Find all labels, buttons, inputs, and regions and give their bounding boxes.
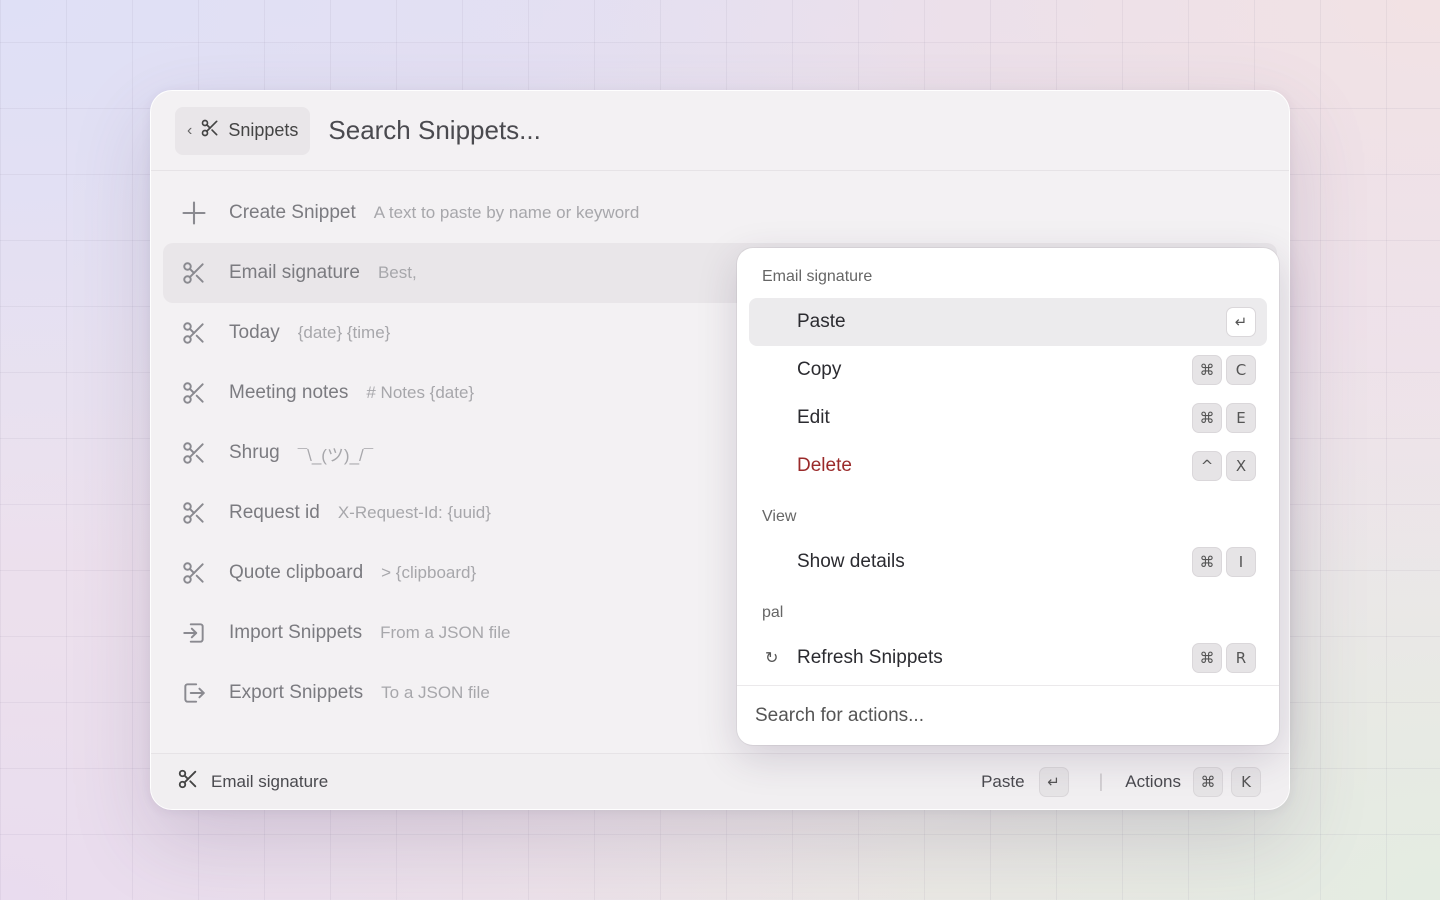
list-item-title: Create Snippet: [229, 202, 356, 223]
list-item-title: Request id: [229, 502, 320, 523]
refresh-icon: ↻: [765, 650, 779, 667]
list-item-title: Import Snippets: [229, 622, 363, 643]
menu-item-paste[interactable]: Paste ↵: [749, 298, 1267, 346]
list-item-subtitle: {date} {time}: [297, 323, 391, 342]
search-input[interactable]: [328, 115, 929, 146]
footer-actions-button[interactable]: Actions: [1125, 772, 1181, 792]
list-item-subtitle: A text to paste by name or keyword: [373, 203, 640, 222]
import-icon: [179, 618, 209, 648]
scissors-icon: [179, 318, 209, 348]
list-item-subtitle: # Notes {date}: [366, 383, 475, 402]
command-key-icon: ⌘: [1192, 355, 1222, 385]
menu-section-title: Email signature: [762, 268, 873, 285]
list-item-subtitle: From a JSON file: [380, 623, 511, 642]
list-item-create-snippet[interactable]: Create Snippet A text to paste by name o…: [163, 183, 1277, 243]
list-item-subtitle: Best,: [377, 263, 417, 282]
command-key-icon: ⌘: [1192, 403, 1222, 433]
menu-item-label: Refresh Snippets: [797, 647, 943, 668]
r-key: R: [1226, 643, 1256, 673]
list-item-subtitle: > {clipboard}: [381, 563, 477, 582]
menu-item-delete[interactable]: Delete ^ X: [749, 442, 1267, 490]
list-item-title: Meeting notes: [229, 382, 349, 403]
footer-divider: |: [1098, 771, 1104, 791]
back-button[interactable]: ‹ Snippets: [175, 106, 311, 155]
actions-search-input[interactable]: [755, 704, 1235, 727]
scissors-icon: [179, 258, 209, 288]
menu-item-copy[interactable]: Copy ⌘ C: [749, 346, 1267, 394]
menu-item-label: Paste: [797, 311, 846, 332]
footer-bar: Email signature Paste ↵ | Actions ⌘ K: [151, 753, 1289, 809]
menu-section-title: View: [762, 508, 797, 525]
footer-selected-title: Email signature: [211, 771, 329, 791]
c-key: C: [1226, 355, 1256, 385]
menu-item-label: Edit: [797, 407, 830, 428]
list-item-title: Quote clipboard: [229, 562, 364, 583]
scissors-icon: [179, 378, 209, 408]
back-button-label: Snippets: [228, 120, 299, 140]
command-key-icon: ⌘: [1193, 766, 1223, 797]
plus-icon: [179, 198, 209, 228]
actions-search-bar: [737, 685, 1279, 745]
menu-item-refresh-snippets[interactable]: ↻ Refresh Snippets ⌘ R: [749, 634, 1267, 682]
command-key-icon: ⌘: [1192, 643, 1222, 673]
actions-menu: Email signature Paste ↵ Copy ⌘ C Edit ⌘ …: [737, 248, 1279, 745]
e-key: E: [1226, 403, 1256, 433]
scissors-icon: [179, 558, 209, 588]
list-item-title: Email signature: [229, 262, 360, 283]
chevron-left-icon: ‹: [187, 121, 193, 139]
command-key-icon: ⌘: [1192, 547, 1222, 577]
control-key-icon: ^: [1192, 451, 1222, 481]
list-item-subtitle: ¯\_(ツ)_/¯: [297, 445, 374, 465]
list-item-subtitle: To a JSON file: [381, 683, 490, 702]
menu-section-title: pal: [762, 604, 784, 621]
x-key: X: [1226, 451, 1256, 481]
scissors-icon: [200, 118, 220, 143]
menu-item-edit[interactable]: Edit ⌘ E: [749, 394, 1267, 442]
export-icon: [179, 678, 209, 708]
return-key-icon: ↵: [1226, 307, 1256, 337]
scissors-icon: [179, 438, 209, 468]
menu-item-label: Delete: [797, 455, 852, 476]
scissors-icon: [177, 768, 199, 795]
list-item-subtitle: X-Request-Id: {uuid}: [337, 503, 491, 522]
menu-item-show-details[interactable]: Show details ⌘ I: [749, 538, 1267, 586]
i-key: I: [1226, 547, 1256, 577]
scissors-icon: [179, 498, 209, 528]
header: ‹ Snippets: [151, 91, 1289, 171]
list-item-title: Today: [229, 322, 280, 343]
menu-item-label: Show details: [797, 551, 905, 572]
return-key-icon: ↵: [1038, 766, 1069, 797]
list-item-title: Shrug: [229, 442, 280, 463]
menu-item-label: Copy: [797, 359, 842, 380]
list-item-title: Export Snippets: [229, 682, 364, 703]
footer-primary-action[interactable]: Paste: [981, 772, 1024, 792]
k-key: K: [1231, 766, 1261, 797]
